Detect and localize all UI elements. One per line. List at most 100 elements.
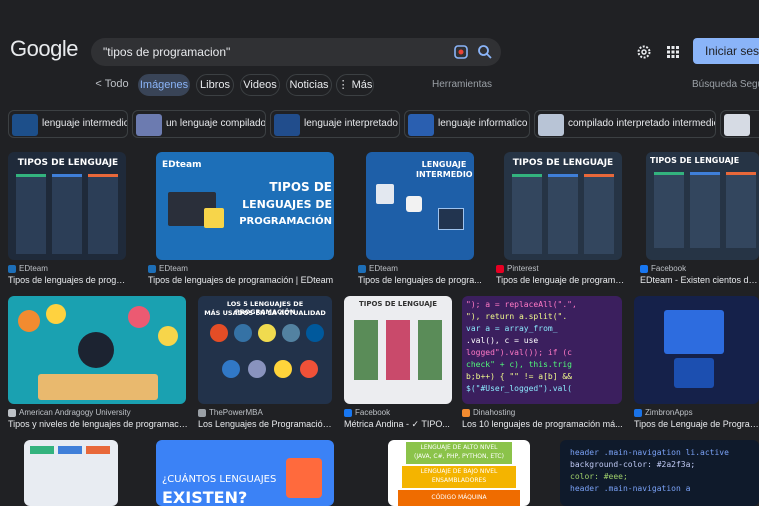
result-tile[interactable]: LENGUAJE INTERMEDIO EDteam Tipos de leng…: [358, 152, 488, 288]
image-code-line: header .main-navigation li.active: [570, 448, 729, 457]
chip-thumbnail: [408, 114, 434, 136]
signin-button[interactable]: Iniciar sesión: [693, 38, 759, 64]
result-image[interactable]: LOS 5 LENGUAJES DE PROGRAMACIÓN MÁS USAD…: [198, 296, 332, 404]
result-image[interactable]: header .main-navigation li.active backgr…: [560, 440, 759, 506]
image-tag: [30, 446, 54, 454]
result-title[interactable]: Tipos de Lenguaje de Programac: [634, 419, 759, 429]
result-tile[interactable]: LENGUAJE DE ALTO NIVEL (JAVA, C#, PHP, P…: [388, 440, 530, 506]
image-bubble: [18, 310, 40, 332]
image-lang-icon: [258, 324, 276, 342]
search-box[interactable]: "tipos de programacion": [91, 38, 501, 66]
safe-search-button[interactable]: Búsqueda Segura: [692, 79, 759, 90]
google-lens-icon[interactable]: [453, 44, 469, 60]
source-name: ThePowerMBA: [209, 408, 263, 417]
favicon: [8, 264, 16, 273]
result-title[interactable]: Tipos y niveles de lenguajes de programa…: [8, 419, 188, 429]
chip-label: un lenguaje compilado: [166, 118, 266, 129]
image-heading: ¿CUÁNTOS LENGUAJES: [162, 474, 277, 485]
image-heading: PROGRAMACIÓN: [239, 216, 332, 227]
result-tile[interactable]: EDteam TIPOS DE LENGUAJES DE PROGRAMACIÓ…: [148, 152, 338, 288]
tools-button[interactable]: Herramientas: [432, 79, 492, 90]
result-title[interactable]: Los Lenguajes de Programación...: [198, 419, 332, 429]
result-tile[interactable]: TIPOS DE LENGUAJE EDteam Tipos de lengua…: [8, 152, 128, 288]
image-level-bar: LENGUAJE DE BAJO NIVEL ENSAMBLADORES: [402, 466, 516, 488]
chip-label: lenguaje interpretado: [304, 118, 398, 129]
result-tile[interactable]: TIPOS DE LENGUAJE Pinterest Tipos de len…: [496, 152, 626, 288]
result-image[interactable]: [634, 296, 759, 404]
tab-more[interactable]: ⋮ Más: [336, 74, 374, 96]
result-image[interactable]: TIPOS DE LENGUAJE: [646, 152, 759, 260]
image-banner: [386, 320, 410, 380]
result-tile[interactable]: ZimbronApps Tipos de Lenguaje de Program…: [634, 296, 759, 432]
image-heading: LENGUAJE: [421, 160, 467, 169]
image-lang-icon: [210, 324, 228, 342]
apps-grid-icon[interactable]: [665, 44, 681, 60]
image-level-label: CÓDIGO MÁQUINA: [431, 494, 487, 501]
image-level-bar: CÓDIGO MÁQUINA: [398, 490, 520, 506]
source-name: Facebook: [651, 264, 687, 273]
source-name: EDteam: [19, 264, 48, 273]
result-image[interactable]: TIPOS DE LENGUAJE: [344, 296, 452, 404]
chip-lenguaje-interpretado[interactable]: lenguaje interpretado: [270, 110, 400, 138]
chip-un-lenguaje-compilado[interactable]: un lenguaje compilado: [132, 110, 266, 138]
chip-lenguaje-informatico[interactable]: lenguaje informatico: [404, 110, 530, 138]
image-level-label: LENGUAJE DE BAJO NIVEL: [420, 468, 498, 475]
result-tile[interactable]: American Andragogy University Tipos y ni…: [8, 296, 188, 432]
tab-news[interactable]: Noticias: [286, 74, 332, 96]
result-source: Facebook: [640, 264, 686, 273]
tab-books[interactable]: Libros: [196, 74, 234, 96]
image-heading: TIPOS DE: [269, 180, 332, 194]
gear-icon[interactable]: [636, 44, 652, 60]
chip-thumbnail: [12, 114, 38, 136]
result-title[interactable]: Tipos de lenguajes de progra...: [8, 275, 128, 285]
tab-images[interactable]: Imágenes: [138, 74, 190, 96]
result-title[interactable]: Tipos de lenguaje de programa...: [496, 275, 626, 285]
source-name: EDteam: [369, 264, 398, 273]
result-title[interactable]: Tipos de lenguajes de programación | EDt…: [148, 275, 338, 285]
image-tag: [86, 446, 110, 454]
result-source: Facebook: [344, 408, 390, 417]
result-tile[interactable]: "); a = replaceAll(".", "), return a.spl…: [462, 296, 624, 432]
tab-videos[interactable]: Videos: [240, 74, 280, 96]
google-logo[interactable]: Google: [10, 36, 78, 62]
result-title[interactable]: Métrica Andina - ✓ TIPO...: [344, 419, 454, 430]
result-tile[interactable]: TIPOS DE LENGUAJE Facebook EDteam - Exis…: [640, 152, 759, 288]
image-code-line: $("#User_logged").val(: [466, 384, 572, 393]
image-monitor: [664, 310, 724, 354]
result-image[interactable]: "); a = replaceAll(".", "), return a.spl…: [462, 296, 622, 404]
image-code-line: logged").val()); if (c: [466, 348, 572, 357]
chip-more[interactable]: [720, 110, 759, 138]
result-tile[interactable]: [24, 440, 118, 506]
result-image[interactable]: EDteam TIPOS DE LENGUAJES DE PROGRAMACIÓ…: [156, 152, 334, 260]
chip-compilado-interpretado-intermedio[interactable]: compilado interpretado intermedio: [534, 110, 716, 138]
favicon: [148, 264, 156, 273]
result-image[interactable]: TIPOS DE LENGUAJE: [504, 152, 622, 260]
image-heading: TIPOS DE LENGUAJE: [650, 156, 740, 165]
image-panel: [726, 172, 756, 248]
tab-all[interactable]: < Todo: [90, 74, 134, 96]
search-icon[interactable]: [477, 44, 493, 60]
source-name: Facebook: [355, 408, 391, 417]
result-image[interactable]: ¿CUÁNTOS LENGUAJES EXISTEN?: [156, 440, 334, 506]
result-image[interactable]: [8, 296, 186, 404]
search-input[interactable]: "tipos de programacion": [103, 45, 230, 59]
source-name: ZimbronApps: [645, 408, 693, 417]
result-tile[interactable]: header .main-navigation li.active backgr…: [560, 440, 759, 506]
result-tile[interactable]: LOS 5 LENGUAJES DE PROGRAMACIÓN MÁS USAD…: [198, 296, 332, 432]
result-image[interactable]: TIPOS DE LENGUAJE: [8, 152, 126, 260]
image-panel: [548, 174, 578, 254]
result-title[interactable]: EDteam - Existen cientos de len: [640, 275, 759, 285]
image-heading: INTERMEDIO: [416, 170, 473, 179]
result-title[interactable]: Los 10 lenguajes de programación má...: [462, 419, 624, 429]
result-tile[interactable]: ¿CUÁNTOS LENGUAJES EXISTEN?: [148, 440, 338, 506]
result-title[interactable]: Tipos de lenguajes de progra...: [358, 275, 488, 285]
image-lang-icon: [282, 324, 300, 342]
image-code-line: "), return a.split(".: [466, 312, 568, 321]
chip-lenguaje-intermedio[interactable]: lenguaje intermedio: [8, 110, 128, 138]
image-monitor: [438, 208, 464, 230]
result-tile[interactable]: TIPOS DE LENGUAJE Facebook Métrica Andin…: [344, 296, 454, 432]
favicon: [640, 264, 648, 273]
result-image[interactable]: [24, 440, 118, 506]
result-image[interactable]: LENGUAJE INTERMEDIO: [366, 152, 474, 260]
result-image[interactable]: LENGUAJE DE ALTO NIVEL (JAVA, C#, PHP, P…: [388, 440, 530, 506]
